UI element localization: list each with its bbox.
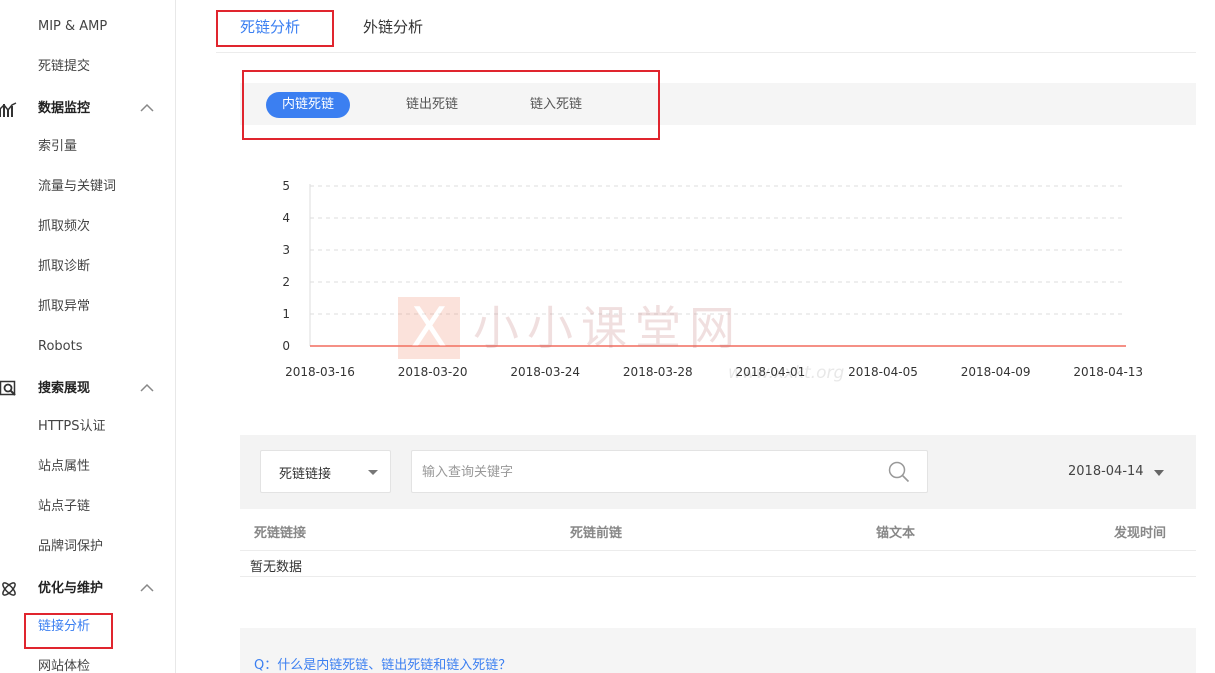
date-select[interactable]: 2018-04-14 (1068, 464, 1178, 484)
sidebar-item-sitelinks[interactable]: 站点子链 (38, 498, 90, 516)
y-tick-label: 2 (282, 275, 290, 289)
caret-down-icon (1154, 470, 1164, 476)
top-tab-bar: 死链分析 外链分析 (216, 0, 1196, 53)
link-type-select[interactable]: 死链链接 (260, 450, 391, 493)
y-tick-label: 0 (282, 339, 290, 353)
x-tick-label: 2018-04-13 (1073, 365, 1143, 379)
sidebar-item-https[interactable]: HTTPS认证 (38, 418, 106, 436)
caret-down-icon (368, 470, 378, 475)
chart-svg: 0 1 2 3 4 5 2018-03-16 2018-03-20 2018-03-24 2018… (282, 179, 1143, 379)
sidebar-item-crawl-errors[interactable]: 抓取异常 (38, 298, 90, 316)
chevron-up-icon[interactable] (139, 382, 155, 394)
sidebar-group-optimization[interactable]: 优化与维护 (0, 578, 176, 600)
dead-link-chart: 0 1 2 3 4 5 2018-03-16 2018-03-20 2018-03-24 2018… (240, 160, 1196, 400)
sidebar-item-crawl-diagnosis[interactable]: 抓取诊断 (38, 258, 90, 276)
date-select-value: 2018-04-14 (1068, 464, 1144, 479)
column-header-anchor-text: 锚文本 (876, 526, 916, 541)
sidebar-item-site-checkup[interactable]: 网站体检 (38, 658, 90, 673)
chevron-up-icon[interactable] (139, 102, 155, 114)
empty-state-text: 暂无数据 (250, 560, 303, 575)
y-tick-label: 5 (282, 179, 290, 193)
sidebar: MIP & AMP 死链提交 数据监控 索引量 流量与关键词 抓取频次 抓取诊断… (0, 0, 176, 673)
sidebar-group-search-display[interactable]: 搜索展现 (0, 378, 176, 400)
search-box (411, 450, 928, 493)
column-header-found-time: 发现时间 (1114, 526, 1167, 541)
group-label: 优化与维护 (38, 581, 104, 596)
sub-tab-inbound-dead-links[interactable]: 链入死链 (512, 92, 600, 118)
search-display-icon (0, 380, 16, 396)
y-tick-label: 3 (282, 243, 290, 257)
sub-tab-internal-dead-links[interactable]: 内链死链 (266, 92, 350, 118)
column-header-referring-link: 死链前链 (570, 526, 623, 541)
column-header-dead-link: 死链链接 (254, 526, 307, 541)
x-tick-label: 2018-04-01 (736, 365, 806, 379)
sidebar-item-robots[interactable]: Robots (38, 338, 82, 356)
sub-tab-outbound-dead-links[interactable]: 链出死链 (388, 92, 476, 118)
faq-panel: Q：什么是内链死链、链出死链和链入死链？ (240, 628, 1196, 673)
table-header: 死链链接 死链前链 锚文本 发现时间 (240, 509, 1196, 551)
search-icon[interactable] (888, 461, 910, 483)
sidebar-item-brand-protection[interactable]: 品牌词保护 (38, 538, 103, 556)
x-tick-label: 2018-03-16 (285, 365, 355, 379)
search-input[interactable] (422, 461, 862, 483)
y-tick-label: 1 (282, 307, 290, 321)
sidebar-item-crawl-frequency[interactable]: 抓取频次 (38, 218, 90, 236)
tab-dead-link-analysis[interactable]: 死链分析 (240, 16, 300, 38)
sidebar-item-index-volume[interactable]: 索引量 (38, 138, 77, 156)
filter-bar: 死链链接 2018-04-14 (240, 435, 1196, 509)
chevron-up-icon[interactable] (139, 582, 155, 594)
faq-question-link[interactable]: Q：什么是内链死链、链出死链和链入死链？ (254, 654, 511, 673)
sidebar-item-link-analysis[interactable]: 链接分析 (38, 618, 90, 636)
sidebar-group-data-monitoring[interactable]: 数据监控 (0, 98, 176, 120)
atom-icon (2, 582, 16, 596)
main-content: 死链分析 外链分析 内链死链 链出死链 链入死链 0 1 2 3 4 5 2018-03-1… (176, 0, 1215, 673)
sidebar-item-traffic-keywords[interactable]: 流量与关键词 (38, 178, 116, 196)
sidebar-item-site-attributes[interactable]: 站点属性 (38, 458, 90, 476)
group-label: 搜索展现 (38, 381, 91, 396)
sidebar-item-mip-amp[interactable]: MIP & AMP (38, 18, 107, 36)
tab-external-link-analysis[interactable]: 外链分析 (363, 16, 423, 38)
bar-chart-icon (0, 102, 17, 117)
x-tick-label: 2018-04-05 (848, 365, 918, 379)
x-tick-label: 2018-03-20 (398, 365, 468, 379)
sub-tab-bar: 内链死链 链出死链 链入死链 (240, 83, 1196, 125)
link-type-select-value: 死链链接 (279, 467, 332, 482)
y-tick-label: 4 (282, 211, 290, 225)
x-tick-label: 2018-04-09 (961, 365, 1031, 379)
table-empty-row: 暂无数据 (240, 551, 1196, 577)
x-tick-label: 2018-03-28 (623, 365, 693, 379)
group-label: 数据监控 (38, 101, 91, 116)
sidebar-item-dead-link-submit[interactable]: 死链提交 (38, 58, 90, 76)
x-tick-label: 2018-03-24 (510, 365, 580, 379)
